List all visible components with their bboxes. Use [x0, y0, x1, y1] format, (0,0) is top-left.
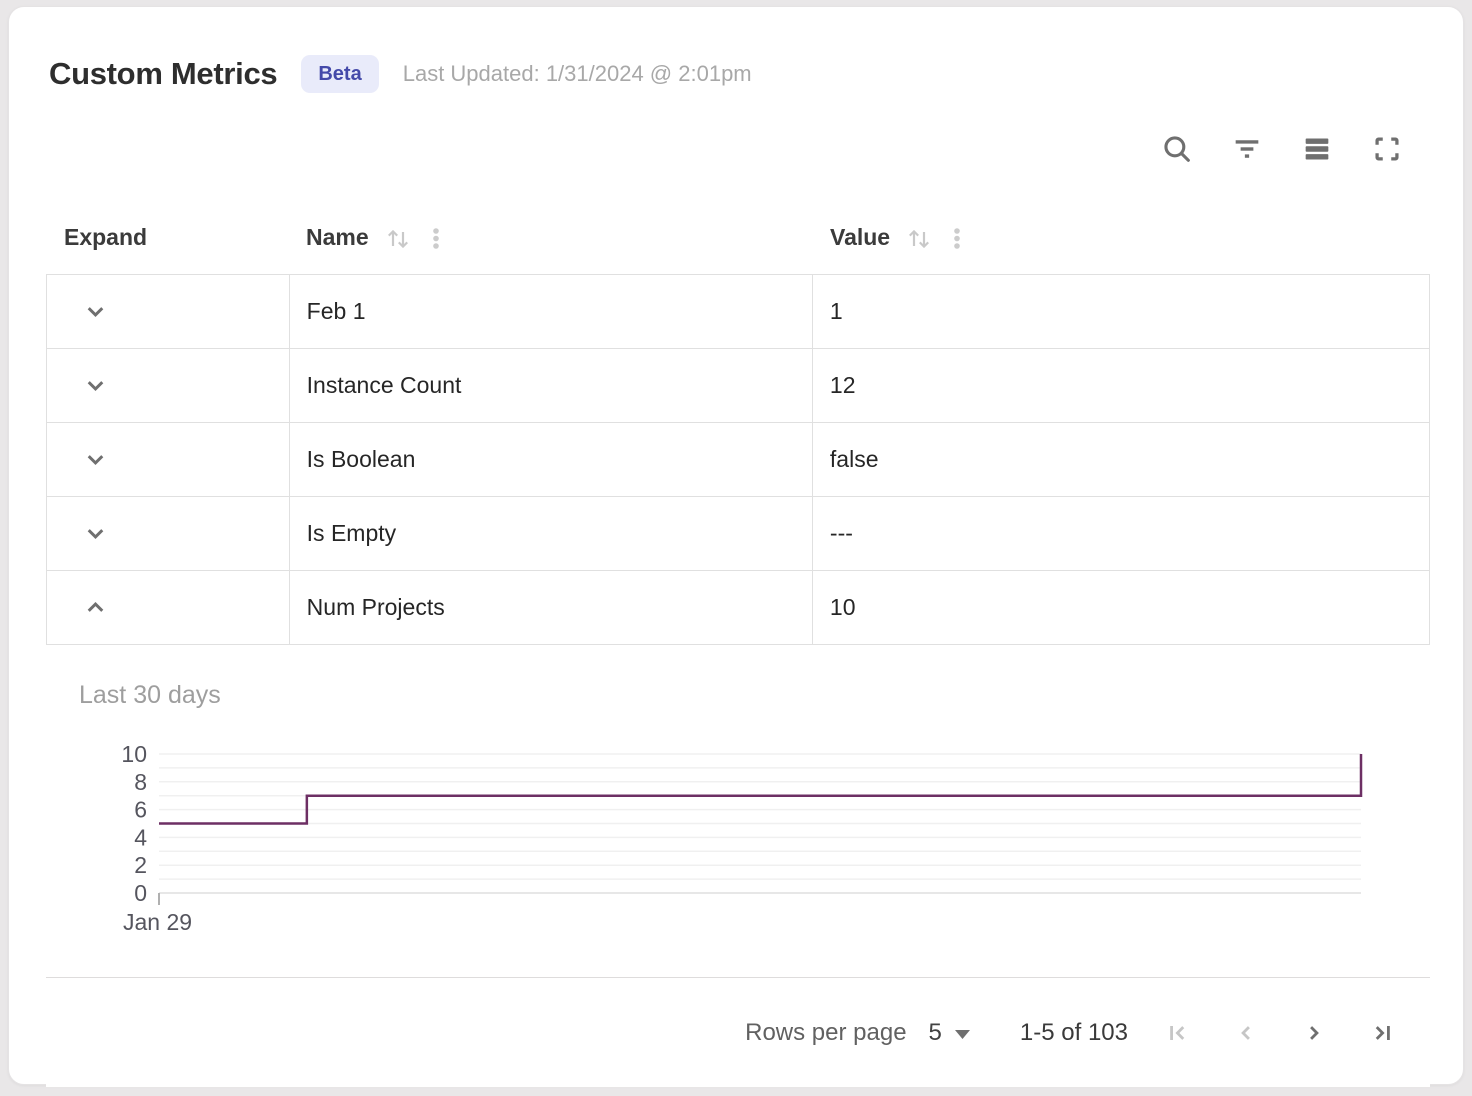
column-menu-icon[interactable]: [423, 223, 449, 253]
last-page-icon: [1368, 1019, 1396, 1047]
expand-cell: [47, 349, 290, 422]
column-header-label: Value: [830, 224, 890, 251]
svg-text:2: 2: [134, 852, 147, 878]
previous-page-button[interactable]: [1226, 1013, 1266, 1053]
value-cell: 1: [813, 275, 1429, 348]
chevron-left-icon: [1232, 1019, 1260, 1047]
chevron-down-icon: [83, 521, 108, 546]
value-cell: 10: [813, 571, 1429, 644]
column-header-name: Name: [289, 223, 813, 253]
sort-icon: [383, 223, 413, 253]
table-row: Feb 1 1: [47, 275, 1429, 349]
chevron-down-icon: [83, 373, 108, 398]
svg-text:Jan 29: Jan 29: [123, 909, 192, 935]
chevron-up-icon: [83, 595, 108, 620]
grid-toolbar: [1157, 129, 1407, 169]
row-value: ---: [830, 520, 853, 547]
page-title: Custom Metrics: [49, 56, 277, 92]
first-page-icon: [1164, 1019, 1192, 1047]
fullscreen-icon: [1370, 132, 1404, 166]
pagination-buttons: [1158, 1013, 1402, 1053]
table-row: Is Boolean false: [47, 423, 1429, 497]
name-cell: Is Boolean: [290, 423, 813, 496]
filter-button[interactable]: [1227, 129, 1267, 169]
svg-text:8: 8: [134, 769, 147, 795]
chevron-down-icon: [83, 447, 108, 472]
table-row: Num Projects 10: [47, 571, 1429, 645]
sort-icon: [904, 223, 934, 253]
column-header-value: Value: [813, 223, 1430, 253]
chevron-down-icon: [955, 1030, 970, 1039]
row-value: 12: [830, 372, 856, 399]
rows-per-page-value: 5: [929, 1019, 942, 1047]
density-icon: [1300, 132, 1334, 166]
search-button[interactable]: [1157, 129, 1197, 169]
expand-row-button[interactable]: [77, 441, 114, 478]
expand-row-button[interactable]: [77, 515, 114, 552]
row-name: Is Empty: [307, 520, 396, 547]
rows-per-page-label: Rows per page: [745, 1019, 906, 1047]
search-icon: [1160, 132, 1194, 166]
custom-metrics-card: Custom Metrics Beta Last Updated: 1/31/2…: [8, 6, 1464, 1085]
name-cell: Instance Count: [290, 349, 813, 422]
chevron-right-icon: [1300, 1019, 1328, 1047]
table-header-row: Expand Name Value: [46, 201, 1430, 274]
svg-text:10: 10: [121, 742, 147, 767]
svg-text:4: 4: [134, 824, 147, 850]
name-cell: Is Empty: [290, 497, 813, 570]
rows-per-page-select[interactable]: 5: [929, 1019, 970, 1047]
expand-cell: [47, 571, 290, 644]
detail-panel: Last 30 days 0246810 Jan 29: [46, 645, 1430, 977]
expand-row-button[interactable]: [77, 293, 114, 330]
value-cell: ---: [813, 497, 1429, 570]
table-row: Instance Count 12: [47, 349, 1429, 423]
column-header-label: Expand: [64, 224, 147, 251]
name-cell: Feb 1: [290, 275, 813, 348]
expand-cell: [47, 275, 290, 348]
page-range-label: 1-5 of 103: [1020, 1019, 1128, 1047]
metric-chart: 0246810 Jan 29: [101, 742, 1373, 937]
table-row: Is Empty ---: [47, 497, 1429, 571]
row-value: 10: [830, 594, 856, 621]
chart-title: Last 30 days: [79, 681, 221, 710]
chevron-down-icon: [83, 299, 108, 324]
pagination-footer: Rows per page 5 1-5 of 103: [46, 977, 1430, 1087]
row-name: Feb 1: [307, 298, 366, 325]
density-button[interactable]: [1297, 129, 1337, 169]
svg-text:0: 0: [134, 880, 147, 906]
value-cell: 12: [813, 349, 1429, 422]
fullscreen-button[interactable]: [1367, 129, 1407, 169]
sort-by-value-button[interactable]: Value: [830, 223, 934, 253]
sort-by-name-button[interactable]: Name: [306, 223, 413, 253]
row-value: 1: [830, 298, 843, 325]
last-page-button[interactable]: [1362, 1013, 1402, 1053]
expand-row-button[interactable]: [77, 367, 114, 404]
row-name: Is Boolean: [307, 446, 416, 473]
expand-row-button[interactable]: [77, 589, 114, 626]
row-name: Num Projects: [307, 594, 445, 621]
value-cell: false: [813, 423, 1429, 496]
data-grid: Expand Name Value: [46, 201, 1430, 1087]
table-body: Feb 1 1 Instance Count 12: [46, 274, 1430, 645]
beta-badge: Beta: [301, 55, 378, 93]
expand-cell: [47, 423, 290, 496]
expand-cell: [47, 497, 290, 570]
page-header: Custom Metrics Beta Last Updated: 1/31/2…: [49, 47, 752, 101]
column-header-label: Name: [306, 224, 369, 251]
row-value: false: [830, 446, 879, 473]
name-cell: Num Projects: [290, 571, 813, 644]
last-updated-text: Last Updated: 1/31/2024 @ 2:01pm: [403, 61, 752, 87]
first-page-button[interactable]: [1158, 1013, 1198, 1053]
next-page-button[interactable]: [1294, 1013, 1334, 1053]
svg-text:6: 6: [134, 797, 147, 823]
filter-icon: [1230, 132, 1264, 166]
column-menu-icon[interactable]: [944, 223, 970, 253]
column-header-expand: Expand: [46, 224, 289, 251]
row-name: Instance Count: [307, 372, 462, 399]
